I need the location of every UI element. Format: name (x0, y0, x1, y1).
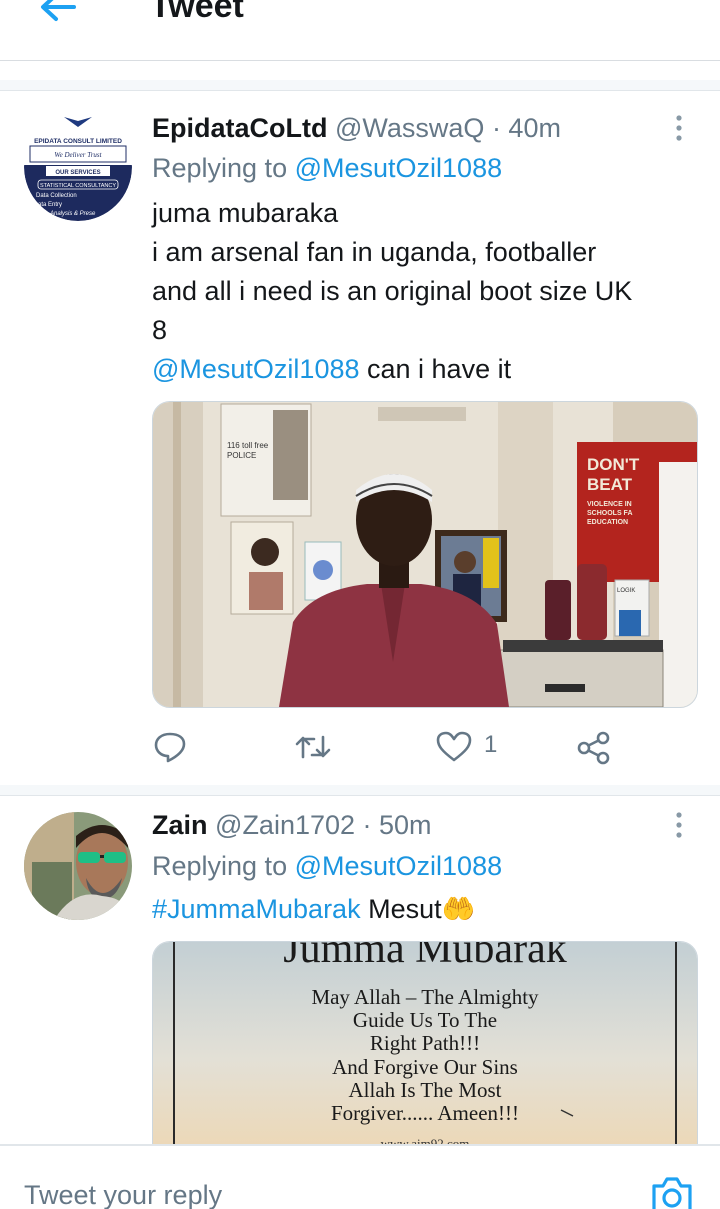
raised-hands-emoji: 🤲 (441, 894, 476, 924)
avatar-tagline: We Deliver Trust (54, 151, 102, 159)
card-title: Jumma Mubarak (283, 942, 566, 972)
handle-time: @WasswaQ · 40m (335, 113, 561, 143)
box-text: LOGIK (617, 588, 635, 594)
retweet-icon (295, 735, 331, 759)
sign-text: DON'T (587, 455, 640, 474)
like-count: 1 (484, 731, 498, 758)
top-bar: Tweet (0, 0, 720, 61)
reply-icon (154, 732, 186, 763)
avatar-service: STATISTICAL CONSULTANCY (40, 183, 116, 189)
reply-button[interactable] (152, 727, 192, 767)
avatar-company: EPIDATA CONSULT LIMITED (34, 138, 122, 145)
page-title: Tweet (150, 0, 244, 25)
mention-tail: can i have it (359, 354, 512, 384)
tweet-line: @MesutOzil1088 can i have it (152, 350, 692, 389)
share-button[interactable] (576, 727, 616, 767)
sign-text: EDUCATION (587, 519, 628, 526)
tweet-text: juma mubaraka i am arsenal fan in uganda… (152, 194, 692, 389)
card-line: Forgiver...... Ameen!!! (331, 1101, 519, 1125)
more-options-icon[interactable] (674, 114, 684, 142)
replying-handle[interactable]: @MesutOzil1088 (295, 851, 503, 881)
replying-to: Replying to @MesutOzil1088 (152, 849, 502, 883)
tweet-photo[interactable]: 116 toll free POLICE DON'T BEAT VIOLENCE… (152, 401, 698, 708)
tweet-card-image[interactable]: Jumma Mubarak May Allah – The Almighty G… (152, 941, 698, 1144)
replying-handle[interactable]: @MesutOzil1088 (295, 153, 503, 183)
replying-prefix: Replying to (152, 851, 288, 881)
tweet[interactable]: EPIDATA CONSULT LIMITED We Deliver Trust… (0, 91, 720, 785)
share-icon (577, 731, 610, 765)
avatar-service: ata Entry (38, 202, 62, 208)
card-line: May Allah – The Almighty (311, 985, 539, 1009)
tweet-actions: 1 (152, 727, 696, 767)
divider (0, 785, 720, 796)
card-line: Right Path!!! (370, 1031, 480, 1055)
poster-text: POLICE (227, 451, 256, 460)
card-line: Allah Is The Most (348, 1078, 501, 1102)
tweet-line: juma mubaraka (152, 198, 339, 228)
sign-text: VIOLENCE IN (587, 501, 632, 508)
divider (0, 80, 720, 91)
avatar-service: Data Collection (36, 193, 77, 199)
camera-icon[interactable] (650, 1174, 694, 1209)
avatar[interactable] (24, 812, 132, 920)
card-footer: www.aim92.com (381, 1136, 470, 1144)
tweet[interactable]: Zain @Zain1702 · 50m Replying to @MesutO… (0, 796, 720, 1144)
sign-text: BEAT (587, 475, 633, 494)
poster-text: 116 toll free (227, 441, 269, 450)
retweet-button[interactable] (294, 727, 334, 767)
avatar-service: Analysis & Prese (49, 211, 96, 217)
tweet-text: #JummaMubarak Mesut🤲 (152, 892, 692, 926)
card-line: Guide Us To The (353, 1008, 497, 1032)
reply-input[interactable]: Tweet your reply (24, 1180, 222, 1209)
tweet-header: EpidataCoLtd @WasswaQ · 40m (152, 111, 561, 145)
sign-text: SCHOOLS FA (587, 510, 633, 517)
avatar-services-title: OUR SERVICES (55, 170, 100, 176)
tweet-line: i am arsenal fan in uganda, footballer (152, 237, 597, 267)
like-button[interactable]: 1 (436, 727, 506, 767)
replying-to: Replying to @MesutOzil1088 (152, 151, 502, 185)
hashtag-link[interactable]: #JummaMubarak (152, 894, 361, 924)
display-name[interactable]: EpidataCoLtd (152, 113, 328, 143)
tweet-text-tail: Mesut (360, 894, 442, 924)
heart-icon (436, 731, 472, 762)
more-options-icon[interactable] (674, 811, 684, 839)
tweet-line: 8 (152, 315, 168, 345)
arrow-left-icon[interactable] (38, 0, 78, 26)
tweet-line: and all i need is an original boot size … (152, 276, 633, 306)
display-name[interactable]: Zain (152, 810, 208, 840)
replying-prefix: Replying to (152, 153, 288, 183)
avatar[interactable]: EPIDATA CONSULT LIMITED We Deliver Trust… (24, 113, 132, 221)
reply-composer: Tweet your reply (0, 1144, 720, 1209)
tweet-header: Zain @Zain1702 · 50m (152, 808, 432, 842)
handle-time: @Zain1702 · 50m (215, 810, 432, 840)
mention-link[interactable]: @MesutOzil1088 (152, 354, 360, 384)
card-line: And Forgive Our Sins (332, 1055, 518, 1079)
